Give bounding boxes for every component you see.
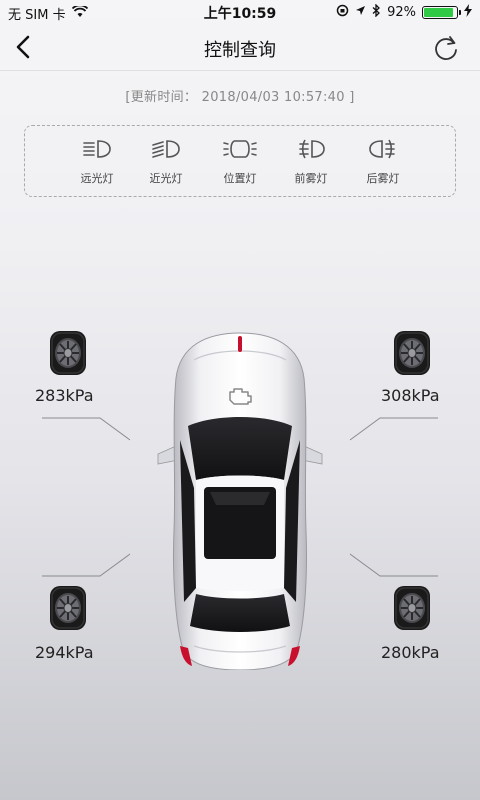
- tire-pressure-rear-left: 294kPa: [35, 643, 94, 662]
- nav-bar: 控制查询: [0, 24, 480, 71]
- tire-rear-right-icon: [392, 585, 432, 631]
- refresh-icon: [435, 36, 457, 60]
- position-light-icon: [223, 140, 257, 158]
- update-time: [更新时间： 2018/04/03 10:57:40 ]: [125, 90, 355, 105]
- charging-icon: [464, 4, 472, 21]
- page-title: 控制查询: [204, 40, 276, 61]
- light-front-fog[interactable]: 前雾灯: [283, 136, 339, 186]
- tire-front-right-icon: [392, 330, 432, 376]
- location-icon: [355, 5, 366, 20]
- tire-front-left-icon: [48, 330, 88, 376]
- tire-rear-left-icon: [48, 585, 88, 631]
- rear-fog-light-icon: [369, 139, 395, 159]
- orientation-lock-icon: [336, 4, 349, 21]
- battery-percent: 92%: [387, 5, 416, 20]
- high-beam-icon: [83, 140, 111, 158]
- tire-pressure-rear-right: 280kPa: [381, 643, 440, 662]
- front-fog-light-icon: [299, 139, 325, 159]
- light-label: 远光灯: [80, 172, 114, 185]
- light-label: 位置灯: [223, 172, 257, 185]
- battery-icon: [422, 6, 461, 19]
- low-beam-icon: [152, 140, 180, 158]
- tire-pressure-front-right: 308kPa: [381, 386, 440, 405]
- tire-pressure-front-left: 283kPa: [35, 386, 94, 405]
- light-high-beam[interactable]: 远光灯: [69, 136, 125, 186]
- light-low-beam[interactable]: 近光灯: [138, 136, 194, 186]
- car-top-view: [157, 332, 323, 670]
- brand-accent: [238, 336, 242, 352]
- battery-fill: [424, 8, 454, 17]
- light-label: 前雾灯: [294, 172, 328, 185]
- status-bar: 无 SIM 卡 上午10:59 92%: [0, 0, 480, 24]
- refresh-button[interactable]: [432, 34, 460, 62]
- light-label: 后雾灯: [366, 172, 400, 185]
- lights-panel: 远光灯 近光灯 位置灯 前雾灯 后雾灯: [24, 125, 456, 197]
- light-rear-fog[interactable]: 后雾灯: [355, 136, 411, 186]
- light-position[interactable]: 位置灯: [212, 136, 268, 186]
- bluetooth-icon: [372, 3, 381, 21]
- light-label: 近光灯: [149, 172, 183, 185]
